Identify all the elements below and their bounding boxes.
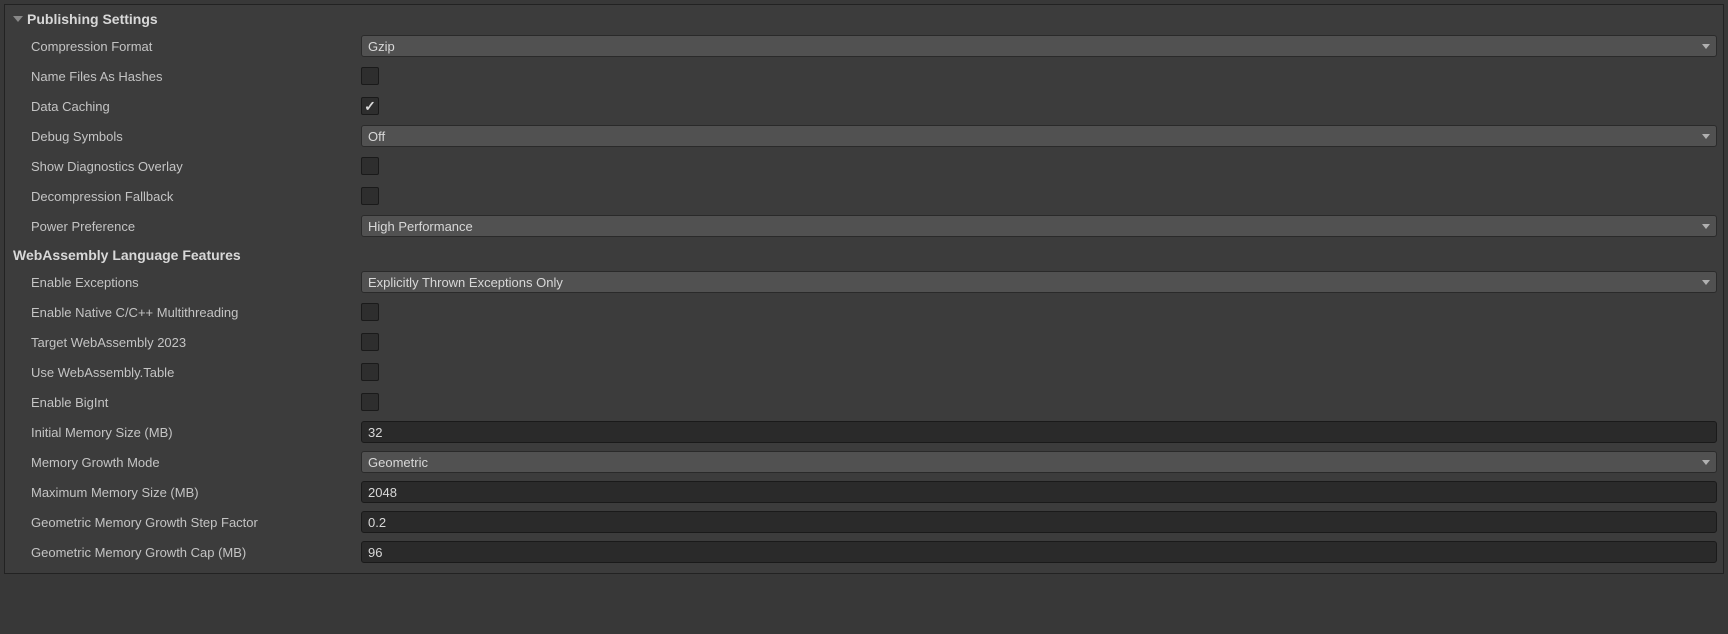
chevron-down-icon	[1702, 134, 1710, 139]
checkbox-data-caching[interactable]	[361, 97, 379, 115]
dropdown-compression-format[interactable]: Gzip	[361, 35, 1717, 57]
label-initial-memory-size: Initial Memory Size (MB)	[11, 425, 361, 440]
row-debug-symbols: Debug Symbols Off	[11, 121, 1717, 151]
chevron-down-icon	[1702, 44, 1710, 49]
row-name-files-as-hashes: Name Files As Hashes	[11, 61, 1717, 91]
row-data-caching: Data Caching	[11, 91, 1717, 121]
checkbox-target-wasm-2023[interactable]	[361, 333, 379, 351]
label-show-diagnostics-overlay: Show Diagnostics Overlay	[11, 159, 361, 174]
chevron-down-icon	[1702, 224, 1710, 229]
label-debug-symbols: Debug Symbols	[11, 129, 361, 144]
label-enable-native-multithreading: Enable Native C/C++ Multithreading	[11, 305, 361, 320]
row-maximum-memory-size: Maximum Memory Size (MB)	[11, 477, 1717, 507]
row-compression-format: Compression Format Gzip	[11, 31, 1717, 61]
label-geometric-growth-cap: Geometric Memory Growth Cap (MB)	[11, 545, 361, 560]
label-memory-growth-mode: Memory Growth Mode	[11, 455, 361, 470]
input-initial-memory-size[interactable]	[361, 421, 1717, 443]
row-memory-growth-mode: Memory Growth Mode Geometric	[11, 447, 1717, 477]
dropdown-value: Gzip	[368, 39, 395, 54]
row-initial-memory-size: Initial Memory Size (MB)	[11, 417, 1717, 447]
publishing-settings-header[interactable]: Publishing Settings	[11, 11, 1717, 27]
row-show-diagnostics-overlay: Show Diagnostics Overlay	[11, 151, 1717, 181]
label-data-caching: Data Caching	[11, 99, 361, 114]
checkbox-enable-native-multithreading[interactable]	[361, 303, 379, 321]
settings-panel: Publishing Settings Compression Format G…	[4, 4, 1724, 574]
row-power-preference: Power Preference High Performance	[11, 211, 1717, 241]
label-target-wasm-2023: Target WebAssembly 2023	[11, 335, 361, 350]
dropdown-value: Explicitly Thrown Exceptions Only	[368, 275, 563, 290]
wasm-features-header: WebAssembly Language Features	[11, 247, 1717, 263]
row-enable-exceptions: Enable Exceptions Explicitly Thrown Exce…	[11, 267, 1717, 297]
checkbox-enable-bigint[interactable]	[361, 393, 379, 411]
input-maximum-memory-size[interactable]	[361, 481, 1717, 503]
foldout-arrow-icon	[13, 16, 23, 22]
label-enable-bigint: Enable BigInt	[11, 395, 361, 410]
row-geometric-growth-cap: Geometric Memory Growth Cap (MB)	[11, 537, 1717, 567]
label-maximum-memory-size: Maximum Memory Size (MB)	[11, 485, 361, 500]
label-compression-format: Compression Format	[11, 39, 361, 54]
dropdown-debug-symbols[interactable]: Off	[361, 125, 1717, 147]
checkbox-show-diagnostics-overlay[interactable]	[361, 157, 379, 175]
dropdown-memory-growth-mode[interactable]: Geometric	[361, 451, 1717, 473]
label-geometric-growth-step: Geometric Memory Growth Step Factor	[11, 515, 361, 530]
label-name-files-as-hashes: Name Files As Hashes	[11, 69, 361, 84]
input-geometric-growth-cap[interactable]	[361, 541, 1717, 563]
label-decompression-fallback: Decompression Fallback	[11, 189, 361, 204]
dropdown-enable-exceptions[interactable]: Explicitly Thrown Exceptions Only	[361, 271, 1717, 293]
label-enable-exceptions: Enable Exceptions	[11, 275, 361, 290]
dropdown-value: Geometric	[368, 455, 428, 470]
checkbox-name-files-as-hashes[interactable]	[361, 67, 379, 85]
input-geometric-growth-step[interactable]	[361, 511, 1717, 533]
chevron-down-icon	[1702, 460, 1710, 465]
chevron-down-icon	[1702, 280, 1710, 285]
row-enable-bigint: Enable BigInt	[11, 387, 1717, 417]
row-decompression-fallback: Decompression Fallback	[11, 181, 1717, 211]
label-use-wasm-table: Use WebAssembly.Table	[11, 365, 361, 380]
label-power-preference: Power Preference	[11, 219, 361, 234]
publishing-settings-title: Publishing Settings	[27, 11, 158, 27]
checkbox-use-wasm-table[interactable]	[361, 363, 379, 381]
checkbox-decompression-fallback[interactable]	[361, 187, 379, 205]
row-use-wasm-table: Use WebAssembly.Table	[11, 357, 1717, 387]
dropdown-power-preference[interactable]: High Performance	[361, 215, 1717, 237]
row-enable-native-multithreading: Enable Native C/C++ Multithreading	[11, 297, 1717, 327]
row-target-wasm-2023: Target WebAssembly 2023	[11, 327, 1717, 357]
row-geometric-growth-step: Geometric Memory Growth Step Factor	[11, 507, 1717, 537]
dropdown-value: High Performance	[368, 219, 473, 234]
dropdown-value: Off	[368, 129, 385, 144]
